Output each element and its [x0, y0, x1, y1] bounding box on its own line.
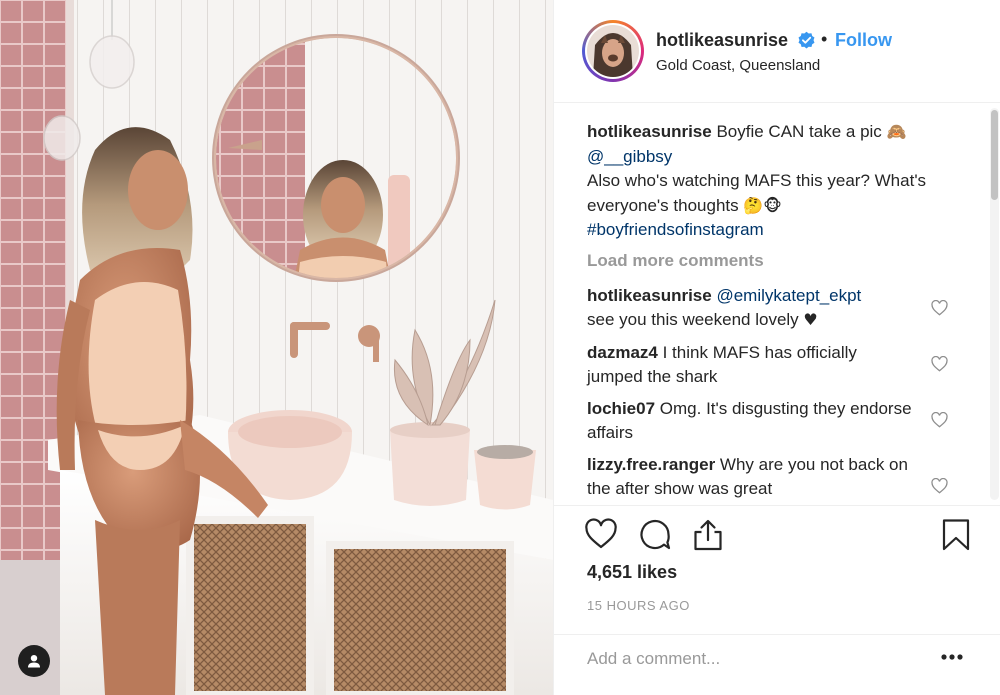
avatar[interactable] [582, 20, 644, 82]
more-options-icon[interactable] [940, 651, 964, 663]
comment-like-heart-icon[interactable] [931, 412, 948, 428]
caption-username[interactable]: hotlikeasunrise [587, 122, 712, 141]
comment-item: lochie07 Omg. It's disgusting they endor… [587, 397, 917, 445]
comment-like-heart-icon[interactable] [931, 356, 948, 372]
heart-icon[interactable] [584, 518, 618, 552]
verified-badge-icon [798, 31, 815, 49]
add-comment-input[interactable] [587, 647, 917, 671]
bathroom-scene-image [0, 0, 553, 695]
comment-text: see you this weekend lovely [587, 310, 799, 329]
comments-scrollbar-thumb[interactable] [991, 110, 998, 200]
post-location[interactable]: Gold Coast, Queensland [656, 57, 820, 74]
comment-icon[interactable] [638, 518, 672, 552]
add-comment-bar [554, 634, 1000, 695]
post-header: hotlikeasunrise • Follow Gold Coast, Que… [554, 0, 1000, 103]
comment-username[interactable]: hotlikeasunrise [587, 286, 712, 305]
comment-username[interactable]: lizzy.free.ranger [587, 455, 715, 474]
post-timestamp[interactable]: 15 HOURS AGO [587, 598, 690, 613]
share-icon[interactable] [691, 518, 725, 552]
post-actions-bar: 4,651 likes 15 HOURS AGO [554, 505, 1000, 635]
comment-item: dazmaz4 I think MAFS has officially jump… [587, 341, 917, 389]
comment-mention-link[interactable]: @emilykatept_ekpt [716, 286, 861, 305]
avatar-image [587, 25, 639, 77]
comments-section[interactable]: hotlikeasunrise Boyfie CAN take a pic 🙈 … [554, 104, 1000, 504]
post-author-username[interactable]: hotlikeasunrise [656, 30, 788, 51]
post-caption: hotlikeasunrise Boyfie CAN take a pic 🙈 … [587, 120, 967, 243]
comment-username[interactable]: lochie07 [587, 399, 655, 418]
user-tag-icon[interactable] [18, 645, 50, 677]
header-separator: • [821, 29, 828, 49]
comment-like-heart-icon[interactable] [931, 300, 948, 316]
caption-mention-link[interactable]: @__gibbsy [587, 147, 672, 166]
caption-emoji: 🙈 [886, 122, 907, 141]
post-side-panel: hotlikeasunrise • Follow Gold Coast, Que… [553, 0, 1000, 695]
likes-count[interactable]: 4,651 likes [587, 562, 677, 583]
bookmark-icon[interactable] [939, 518, 973, 552]
comment-emoji: ♥ [803, 310, 818, 329]
caption-text: Boyfie CAN take a pic [716, 122, 882, 141]
follow-button[interactable]: Follow [835, 30, 892, 51]
post-photo[interactable] [0, 0, 553, 695]
caption-emoji-2: 🤔🐵 [743, 195, 782, 215]
load-more-comments-button[interactable]: Load more comments [587, 251, 764, 271]
comment-item: lizzy.free.ranger Why are you not back o… [587, 453, 917, 501]
caption-hashtag-link[interactable]: #boyfriendsofinstagram [587, 220, 764, 239]
comment-like-heart-icon[interactable] [931, 478, 948, 494]
comment-username[interactable]: dazmaz4 [587, 343, 658, 362]
comment-item: hotlikeasunrise @emilykatept_ekpt see yo… [587, 284, 917, 332]
